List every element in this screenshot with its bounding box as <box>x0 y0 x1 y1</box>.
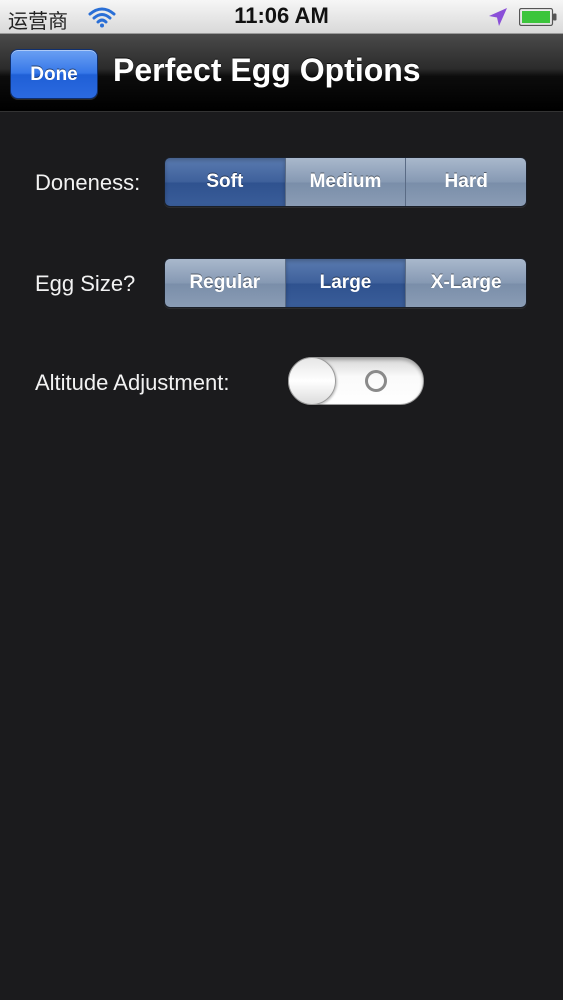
navigation-bar: Done Perfect Egg Options <box>0 34 563 112</box>
doneness-label: Doneness: <box>35 170 141 195</box>
battery-icon <box>519 8 557 26</box>
page-title: Perfect Egg Options <box>113 52 421 88</box>
doneness-option-medium[interactable]: Medium <box>284 158 406 206</box>
doneness-option-soft[interactable]: Soft <box>165 158 285 206</box>
done-button[interactable]: Done <box>10 49 98 99</box>
status-time: 11:06 AM <box>234 3 329 28</box>
altitude-adjustment-switch[interactable] <box>288 357 424 405</box>
egg-size-label: Egg Size? <box>35 271 136 296</box>
status-bar: 运营商 11:06 AM <box>0 0 563 34</box>
doneness-segmented-control: Soft Medium Hard <box>164 157 527 207</box>
switch-off-icon <box>365 370 387 392</box>
doneness-option-hard[interactable]: Hard <box>405 158 526 206</box>
egg-size-option-x-large[interactable]: X-Large <box>405 259 526 307</box>
egg-size-option-regular[interactable]: Regular <box>165 259 285 307</box>
altitude-adjustment-label: Altitude Adjustment: <box>35 370 230 395</box>
egg-size-segmented-control: Regular Large X-Large <box>164 258 527 308</box>
location-icon <box>489 8 507 26</box>
switch-knob[interactable] <box>288 357 336 405</box>
egg-size-option-large[interactable]: Large <box>284 259 406 307</box>
